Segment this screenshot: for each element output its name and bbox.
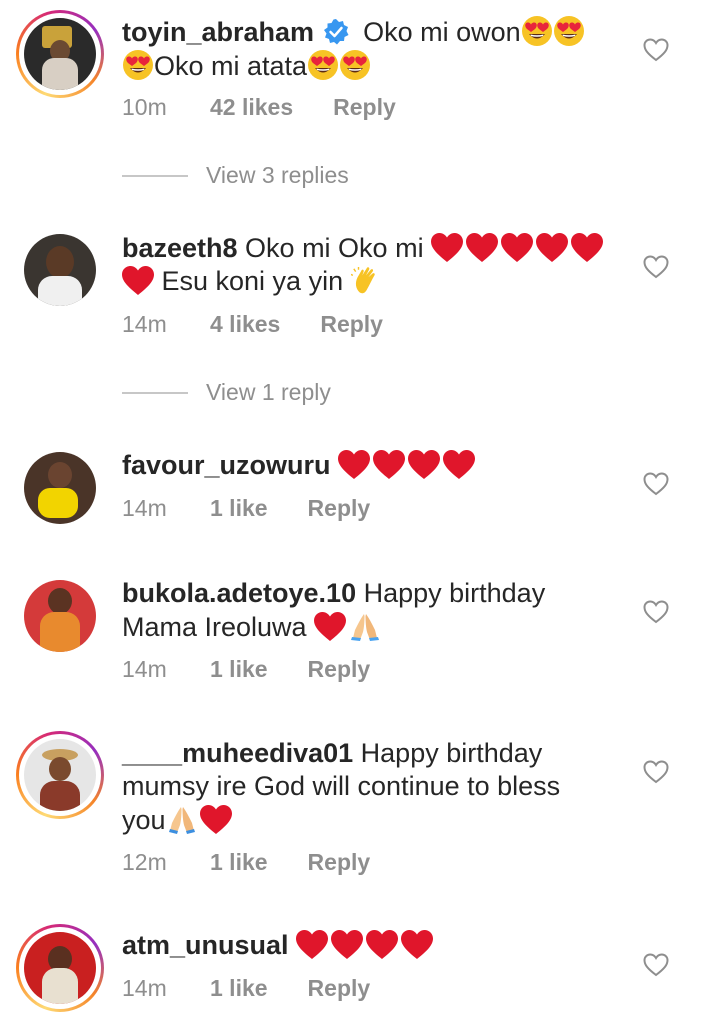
avatar[interactable]	[24, 234, 96, 306]
timestamp: 14m	[122, 311, 167, 337]
reply-button[interactable]: Reply	[308, 656, 371, 683]
timestamp: 10m	[122, 94, 167, 120]
timestamp: 12m	[122, 849, 167, 875]
likes-count[interactable]: 1 like	[210, 495, 268, 522]
like-heart-icon[interactable]	[643, 38, 669, 62]
comment-text: bukola.adetoye.10 Happy birthday Mama Ir…	[122, 578, 546, 642]
comment-text: ____muheediva01 Happy birthday mumsy ire…	[122, 738, 561, 835]
folded-hands-emoji-icon	[166, 803, 198, 835]
avatar[interactable]	[16, 924, 104, 1012]
red-heart-emoji-icon	[314, 612, 346, 642]
likes-count[interactable]: 42 likes	[210, 94, 293, 121]
red-heart-emoji-icon	[571, 233, 603, 263]
username[interactable]: ____muheediva01	[122, 738, 353, 768]
folded-hands-emoji-icon	[348, 610, 382, 642]
username[interactable]: bukola.adetoye.10	[122, 578, 356, 608]
heart-eyes-emoji-icon	[307, 49, 339, 81]
red-heart-emoji-icon	[331, 930, 363, 960]
reply-button[interactable]: Reply	[308, 849, 371, 876]
comment-meta: 14m 1 like Reply	[122, 495, 370, 522]
clapping-hands-emoji-icon	[351, 266, 381, 296]
avatar[interactable]	[16, 731, 104, 819]
timestamp: 14m	[122, 495, 167, 521]
heart-eyes-emoji-icon	[521, 15, 553, 47]
divider-line	[122, 174, 188, 177]
comment-text: favour_uzowuru	[122, 449, 622, 482]
verified-badge-icon	[323, 19, 349, 45]
timestamp: 14m	[122, 975, 167, 1001]
divider-line	[122, 391, 188, 394]
comment-meta: 10m 42 likes Reply	[122, 94, 396, 121]
comment-meta: 14m 1 like Reply	[122, 656, 370, 683]
heart-eyes-emoji-icon	[553, 15, 585, 47]
red-heart-emoji-icon	[200, 805, 232, 835]
avatar[interactable]	[24, 580, 96, 652]
heart-eyes-emoji-icon	[122, 49, 154, 81]
likes-count[interactable]: 1 like	[210, 975, 268, 1002]
comment-meta: 12m 1 like Reply	[122, 849, 370, 876]
comment-text: atm_unusual	[122, 929, 622, 962]
red-heart-emoji-icon	[443, 450, 475, 480]
reply-button[interactable]: Reply	[333, 94, 396, 121]
comment-text: bazeeth8 Oko mi Oko mi Esu koni ya yin	[122, 232, 622, 298]
red-heart-emoji-icon	[408, 450, 440, 480]
red-heart-emoji-icon	[501, 233, 533, 263]
red-heart-emoji-icon	[338, 450, 370, 480]
comment-meta: 14m 4 likes Reply	[122, 311, 383, 338]
comment-text: toyin_abraham Oko mi owon Oko mi atata	[122, 15, 622, 83]
heart-eyes-emoji-icon	[339, 49, 371, 81]
likes-count[interactable]: 4 likes	[210, 311, 280, 338]
username[interactable]: toyin_abraham	[122, 17, 314, 47]
red-heart-emoji-icon	[366, 930, 398, 960]
reply-button[interactable]: Reply	[308, 975, 371, 1002]
view-replies-button[interactable]: View 3 replies	[122, 162, 349, 189]
red-heart-emoji-icon	[431, 233, 463, 263]
username[interactable]: favour_uzowuru	[122, 450, 331, 480]
username[interactable]: atm_unusual	[122, 930, 289, 960]
avatar[interactable]	[16, 10, 104, 98]
like-heart-icon[interactable]	[643, 255, 669, 279]
red-heart-emoji-icon	[536, 233, 568, 263]
red-heart-emoji-icon	[122, 266, 154, 296]
red-heart-emoji-icon	[373, 450, 405, 480]
timestamp: 14m	[122, 656, 167, 682]
likes-count[interactable]: 1 like	[210, 849, 268, 876]
reply-button[interactable]: Reply	[308, 495, 371, 522]
reply-button[interactable]: Reply	[320, 311, 383, 338]
like-heart-icon[interactable]	[643, 760, 669, 784]
like-heart-icon[interactable]	[643, 953, 669, 977]
like-heart-icon[interactable]	[643, 600, 669, 624]
avatar[interactable]	[24, 452, 96, 524]
red-heart-emoji-icon	[401, 930, 433, 960]
username[interactable]: bazeeth8	[122, 233, 238, 263]
comment-meta: 14m 1 like Reply	[122, 975, 370, 1002]
red-heart-emoji-icon	[296, 930, 328, 960]
likes-count[interactable]: 1 like	[210, 656, 268, 683]
view-replies-button[interactable]: View 1 reply	[122, 379, 331, 406]
red-heart-emoji-icon	[466, 233, 498, 263]
like-heart-icon[interactable]	[643, 472, 669, 496]
